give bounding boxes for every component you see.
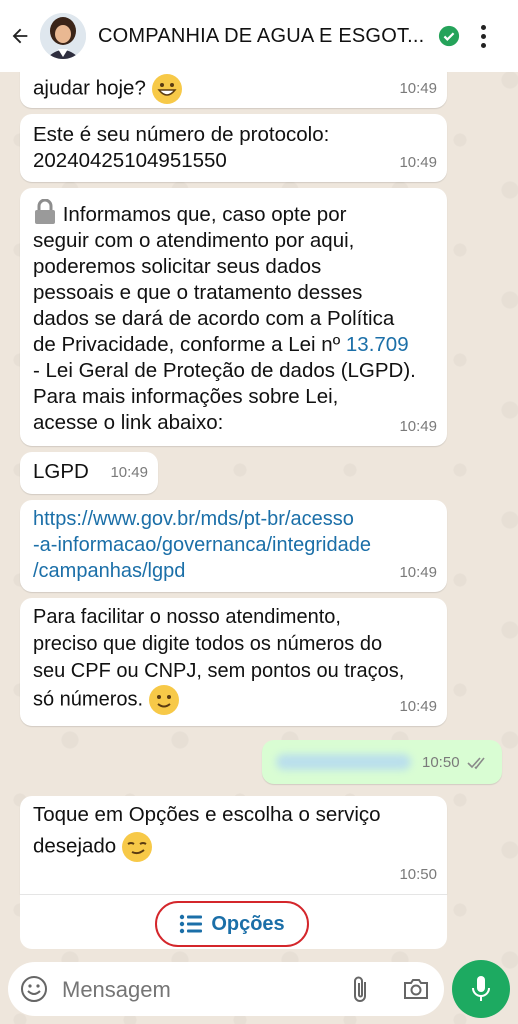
kebab-dot [480,24,486,30]
message-text-line: dados se dará de acordo com a Política [33,307,395,330]
message-text-line: seu CPF ou CNPJ, sem pontos ou traços, [33,660,405,682]
message-text-line: Informamos que, caso opte por [57,203,347,226]
message-bubble[interactable]: Para facilitar o nosso atendimento, prec… [20,598,447,726]
grinning-emoji-icon [151,74,182,104]
law-number-link[interactable]: 13.709 [346,333,409,356]
lgpd-link-line[interactable]: https://www.gov.br/mds/pt-br/acesso [33,506,435,532]
message-time: 10:49 [399,564,437,581]
options-footer: Opções [20,894,447,949]
message-text-line: pessoais e que o tratamento desses [33,281,363,304]
arrow-left-icon [12,28,28,44]
message-text: Este é seu número de protocolo: [33,123,330,146]
options-button-label: Opções [211,912,285,935]
message-text-line: Toque em Opções e escolha o serviço [33,803,381,826]
message-bubble[interactable]: Este é seu número de protocolo: 20240425… [20,114,447,182]
message-bubble[interactable]: Toque em Opções e escolha o serviço dese… [20,796,447,894]
microphone-button[interactable] [452,960,510,1018]
message-text-line: Para facilitar o nosso atendimento, [33,606,341,628]
protocol-number: 20240425104951550 [33,149,227,172]
message-time: 10:49 [110,464,148,481]
message-bubble[interactable]: LGPD 10:49 [20,452,158,494]
message-time: 10:49 [399,698,437,715]
options-button[interactable]: Opções [155,901,309,947]
lock-icon [35,198,55,224]
lgpd-link-line[interactable]: -a-informacao/governanca/integridade [33,532,435,558]
message-text: LGPD [33,460,89,483]
avatar-illustration [40,13,86,59]
message-time: 10:50 [422,754,460,771]
message-text-line: só números. [33,688,149,711]
message-text-line: preciso que digite todos os números do [33,633,383,655]
chat-header: COMPANHIA DE AGUA E ESGOT... [0,0,518,72]
kebab-dot [480,42,486,48]
message-text-line: desejado [33,834,122,858]
menu-button[interactable] [468,16,498,56]
message-text-line: - Lei Geral de Proteção de dados (LGPD). [33,359,416,382]
message-composer [8,962,444,1016]
smiling-emoji-icon [148,685,179,715]
paperclip-icon[interactable] [350,974,372,1004]
list-icon [180,914,203,934]
lgpd-link-line[interactable]: /campanhas/lgpd [33,558,435,584]
message-input[interactable] [60,972,334,1008]
message-text-line: seguir com o atendimento por aqui, [33,229,355,252]
message-text-line: acesse o link abaixo: [33,411,224,434]
double-check-icon [467,757,485,770]
message-text: ajudar hoje? [33,76,152,100]
message-time: 10:49 [399,418,437,435]
message-time: 10:49 [399,154,437,171]
verified-badge-icon [438,25,460,47]
emoji-icon[interactable] [20,975,48,1003]
back-button[interactable] [0,0,40,72]
chat-title[interactable]: COMPANHIA DE AGUA E ESGOT... [98,25,428,48]
message-text-line: Para mais informações sobre Lei, [33,385,339,408]
outgoing-message-bubble[interactable]: 10:50 [262,740,502,784]
message-text-line: de Privacidade, conforme a Lei nº [33,333,346,356]
smirking-emoji-icon [121,832,152,862]
message-bubble[interactable]: Informamos que, caso opte por seguir com… [20,188,447,446]
message-time: 10:50 [399,866,437,883]
microphone-icon [472,976,490,1001]
message-time: 10:49 [399,80,437,97]
camera-icon[interactable] [402,976,430,1002]
message-bubble[interactable]: https://www.gov.br/mds/pt-br/acesso -a-i… [20,500,447,592]
kebab-dot [480,33,486,39]
message-text-line: poderemos solicitar seus dados [33,255,322,278]
avatar[interactable] [40,13,86,59]
redacted-text [276,754,411,770]
